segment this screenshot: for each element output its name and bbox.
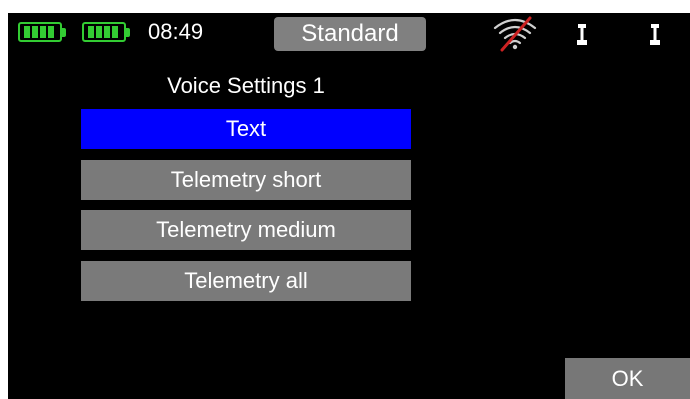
clock-time: 08:49: [148, 19, 204, 44]
menu-item-text[interactable]: Text: [81, 109, 411, 149]
menu-item-telemetry-medium[interactable]: Telemetry medium: [81, 210, 411, 250]
receiver-battery-icon: [18, 22, 68, 44]
transmitter-battery-icon: [82, 22, 132, 44]
model-mode-button[interactable]: Standard: [274, 17, 426, 51]
menu-item-telemetry-all[interactable]: Telemetry all: [81, 261, 411, 301]
stick-icon: [577, 24, 587, 45]
page-title: Voice Settings 1: [167, 73, 325, 98]
menu-item-telemetry-short[interactable]: Telemetry short: [81, 160, 411, 200]
wifi-signal-off-icon: [493, 16, 537, 52]
stick-icon: [650, 24, 660, 45]
device-screen: 08:49 Standard Voice Settings 1 Text Tel…: [8, 13, 690, 399]
ok-button[interactable]: OK: [565, 358, 690, 399]
status-bar: 08:49 Standard: [8, 13, 690, 55]
